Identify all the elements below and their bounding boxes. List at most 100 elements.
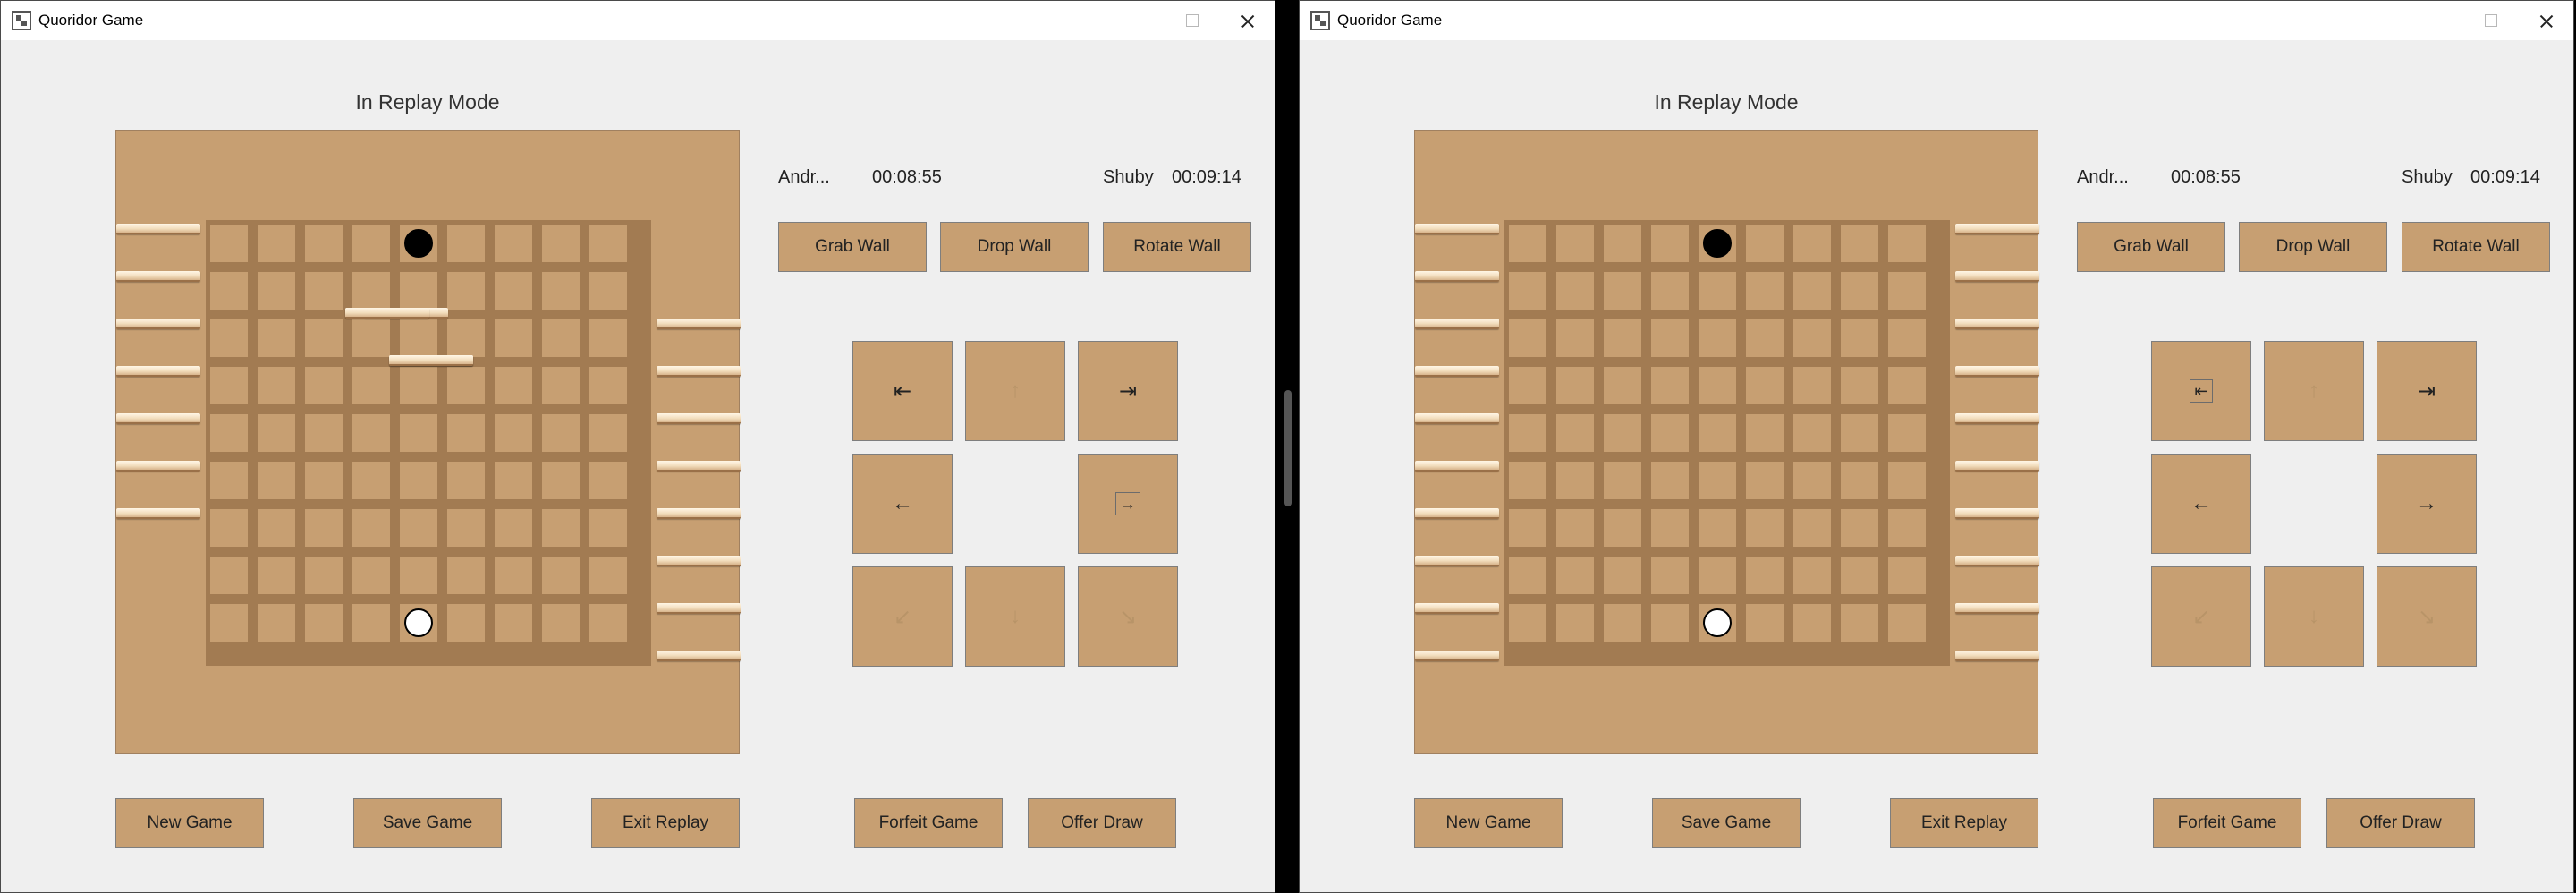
board-cell[interactable] xyxy=(210,509,248,547)
board-cell[interactable] xyxy=(1699,509,1736,547)
board-cell[interactable] xyxy=(1841,367,1878,404)
board-cell[interactable] xyxy=(1509,367,1546,404)
board-cell[interactable] xyxy=(1841,509,1878,547)
offer-draw-button[interactable]: Offer Draw xyxy=(2326,798,2475,848)
board-cell[interactable] xyxy=(1509,557,1546,594)
board-cell[interactable] xyxy=(1888,272,1926,310)
board-cell[interactable] xyxy=(1746,557,1784,594)
board-cell[interactable] xyxy=(305,509,343,547)
board-cell[interactable] xyxy=(1793,414,1831,452)
wall-stock-left[interactable] xyxy=(116,319,200,329)
wall-stock-right[interactable] xyxy=(1955,413,2039,424)
board-cell[interactable] xyxy=(1746,367,1784,404)
wall-stock-right[interactable] xyxy=(1955,271,2039,282)
board-cell[interactable] xyxy=(495,604,532,642)
jump-right-arrow-button[interactable]: ⇥ xyxy=(2377,341,2477,441)
down-arrow-button[interactable]: ↓ xyxy=(2264,566,2364,667)
wall-stock-right[interactable] xyxy=(1955,651,2039,661)
jump-left-arrow-button[interactable]: ⇤ xyxy=(852,341,953,441)
left-arrow-button[interactable]: ← xyxy=(852,454,953,554)
board-cell[interactable] xyxy=(542,367,580,404)
new-game-button[interactable]: New Game xyxy=(115,798,264,848)
new-game-button[interactable]: New Game xyxy=(1414,798,1563,848)
wall-stock-left[interactable] xyxy=(116,508,200,519)
wall-stock-left[interactable] xyxy=(1415,461,1499,472)
board-cell[interactable] xyxy=(258,604,295,642)
board-cell[interactable] xyxy=(1556,462,1594,499)
board-cell[interactable] xyxy=(1699,367,1736,404)
board-cell[interactable] xyxy=(1699,557,1736,594)
board-cell[interactable] xyxy=(1793,272,1831,310)
placed-wall[interactable] xyxy=(345,308,429,319)
wall-stock-right[interactable] xyxy=(657,651,741,661)
board-cell[interactable] xyxy=(400,367,437,404)
board-cell[interactable] xyxy=(258,319,295,357)
grab-wall-button[interactable]: Grab Wall xyxy=(778,222,927,272)
title-bar[interactable]: Quoridor Game xyxy=(1,1,1275,40)
board-cell[interactable] xyxy=(1746,319,1784,357)
board-cell[interactable] xyxy=(1888,462,1926,499)
board-cell[interactable] xyxy=(210,225,248,262)
wall-stock-left[interactable] xyxy=(116,413,200,424)
board-cell[interactable] xyxy=(1888,604,1926,642)
wall-stock-left[interactable] xyxy=(1415,319,1499,329)
game-board[interactable] xyxy=(115,130,741,754)
board-cell[interactable] xyxy=(1556,509,1594,547)
board-cell[interactable] xyxy=(400,414,437,452)
up-arrow-button[interactable]: ↑ xyxy=(965,341,1065,441)
board-cell[interactable] xyxy=(1746,604,1784,642)
board-cell[interactable] xyxy=(1556,557,1594,594)
left-arrow-button[interactable]: ← xyxy=(2151,454,2251,554)
board-cell[interactable] xyxy=(352,462,390,499)
board-cell[interactable] xyxy=(589,225,627,262)
board-cell[interactable] xyxy=(1888,367,1926,404)
board-cell[interactable] xyxy=(589,414,627,452)
board-cell[interactable] xyxy=(1556,272,1594,310)
jump-right-arrow-button[interactable]: ⇥ xyxy=(1078,341,1178,441)
board-cell[interactable] xyxy=(400,509,437,547)
board-cell[interactable] xyxy=(1888,414,1926,452)
board-cell[interactable] xyxy=(1509,462,1546,499)
board-cell[interactable] xyxy=(589,557,627,594)
board-cell[interactable] xyxy=(210,604,248,642)
drop-wall-button[interactable]: Drop Wall xyxy=(2239,222,2387,272)
wall-stock-right[interactable] xyxy=(657,556,741,566)
board-cell[interactable] xyxy=(258,509,295,547)
board-cell[interactable] xyxy=(1651,225,1689,262)
board-cell[interactable] xyxy=(495,367,532,404)
board-cell[interactable] xyxy=(1651,509,1689,547)
board-cell[interactable] xyxy=(305,462,343,499)
board-cell[interactable] xyxy=(400,272,437,310)
board-cell[interactable] xyxy=(1841,462,1878,499)
board-cell[interactable] xyxy=(1699,462,1736,499)
wall-stock-left[interactable] xyxy=(116,366,200,377)
board-cell[interactable] xyxy=(258,414,295,452)
wall-stock-right[interactable] xyxy=(1955,224,2039,234)
wall-stock-right[interactable] xyxy=(1955,461,2039,472)
board-cell[interactable] xyxy=(1841,414,1878,452)
board-cell[interactable] xyxy=(589,272,627,310)
board-cell[interactable] xyxy=(1793,319,1831,357)
board-cell[interactable] xyxy=(352,509,390,547)
board-cell[interactable] xyxy=(210,414,248,452)
board-cell[interactable] xyxy=(1604,604,1641,642)
wall-stock-right[interactable] xyxy=(657,319,741,329)
board-cell[interactable] xyxy=(1746,414,1784,452)
wall-stock-left[interactable] xyxy=(1415,271,1499,282)
board-cell[interactable] xyxy=(1509,604,1546,642)
board-cell[interactable] xyxy=(1556,367,1594,404)
board-cell[interactable] xyxy=(589,367,627,404)
board-cell[interactable] xyxy=(542,557,580,594)
board-cell[interactable] xyxy=(1888,509,1926,547)
board-cell[interactable] xyxy=(1793,509,1831,547)
wall-stock-right[interactable] xyxy=(1955,556,2039,566)
board-cell[interactable] xyxy=(1793,604,1831,642)
down-right-arrow-button[interactable]: ↘ xyxy=(2377,566,2477,667)
board-cell[interactable] xyxy=(1556,604,1594,642)
board-cell[interactable] xyxy=(589,319,627,357)
board-cell[interactable] xyxy=(495,509,532,547)
board-cell[interactable] xyxy=(1746,509,1784,547)
board-cell[interactable] xyxy=(542,509,580,547)
board-cell[interactable] xyxy=(1793,367,1831,404)
wall-stock-left[interactable] xyxy=(116,271,200,282)
